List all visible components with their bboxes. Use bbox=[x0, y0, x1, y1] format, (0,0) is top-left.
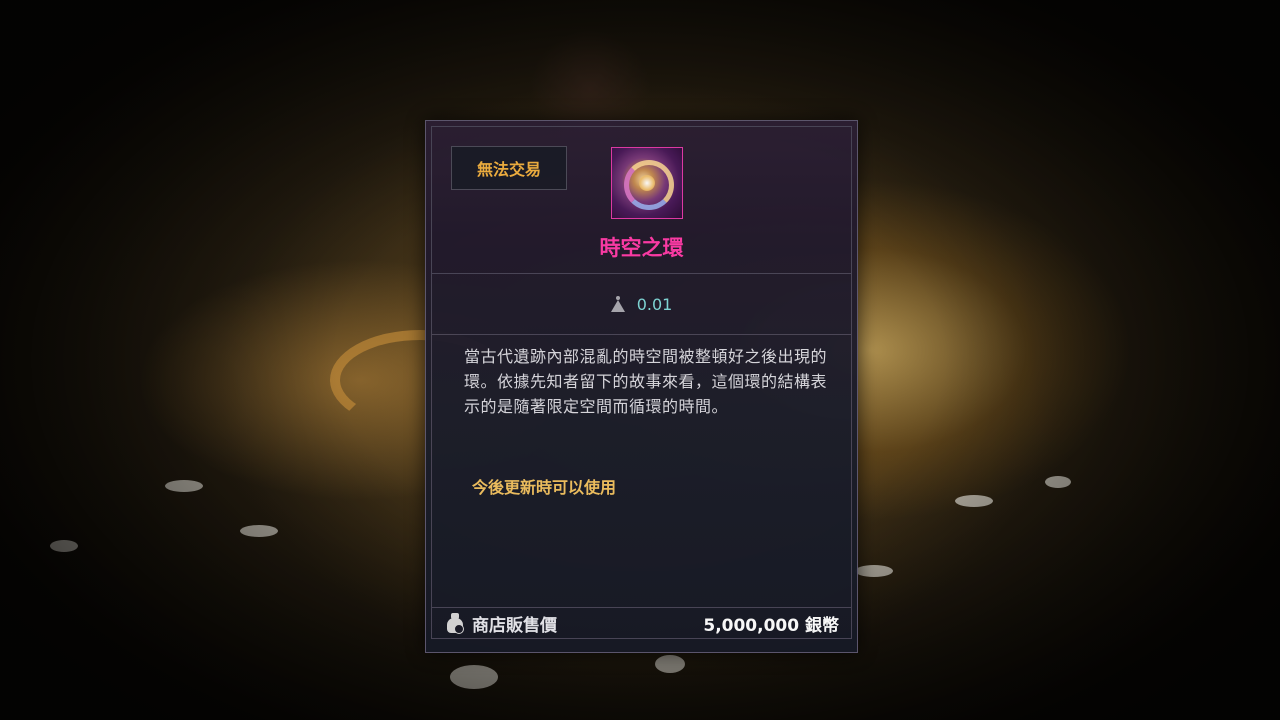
weight-icon bbox=[610, 296, 625, 312]
tooltip-inner-frame: 無法交易 時空之環 0.01 當古代遺跡內部混亂的時空間被整頓好之後出現的環。依… bbox=[431, 126, 852, 639]
usage-note: 今後更新時可以使用 bbox=[472, 478, 617, 497]
item-description: 當古代遺跡內部混亂的時空間被整頓好之後出現的環。依據先知者留下的故事來看，這個環… bbox=[464, 347, 828, 416]
untradable-badge: 無法交易 bbox=[451, 146, 567, 190]
divider-middle bbox=[432, 334, 851, 335]
item-tooltip-panel: 無法交易 時空之環 0.01 當古代遺跡內部混亂的時空間被整頓好之後出現的環。依… bbox=[425, 120, 858, 653]
shop-price-label: 商店販售價 bbox=[472, 615, 557, 636]
weight-row: 0.01 bbox=[432, 274, 851, 334]
ring-core-glow bbox=[639, 175, 655, 191]
shop-price-row: 商店販售價 5,000,000 銀幣 bbox=[432, 608, 851, 638]
time-space-ring-icon bbox=[611, 147, 683, 219]
weight-value: 0.01 bbox=[636, 294, 673, 314]
item-name: 時空之環 bbox=[599, 236, 684, 260]
shop-price-value: 5,000,000 銀幣 bbox=[703, 615, 839, 636]
money-bag-icon bbox=[446, 613, 464, 634]
